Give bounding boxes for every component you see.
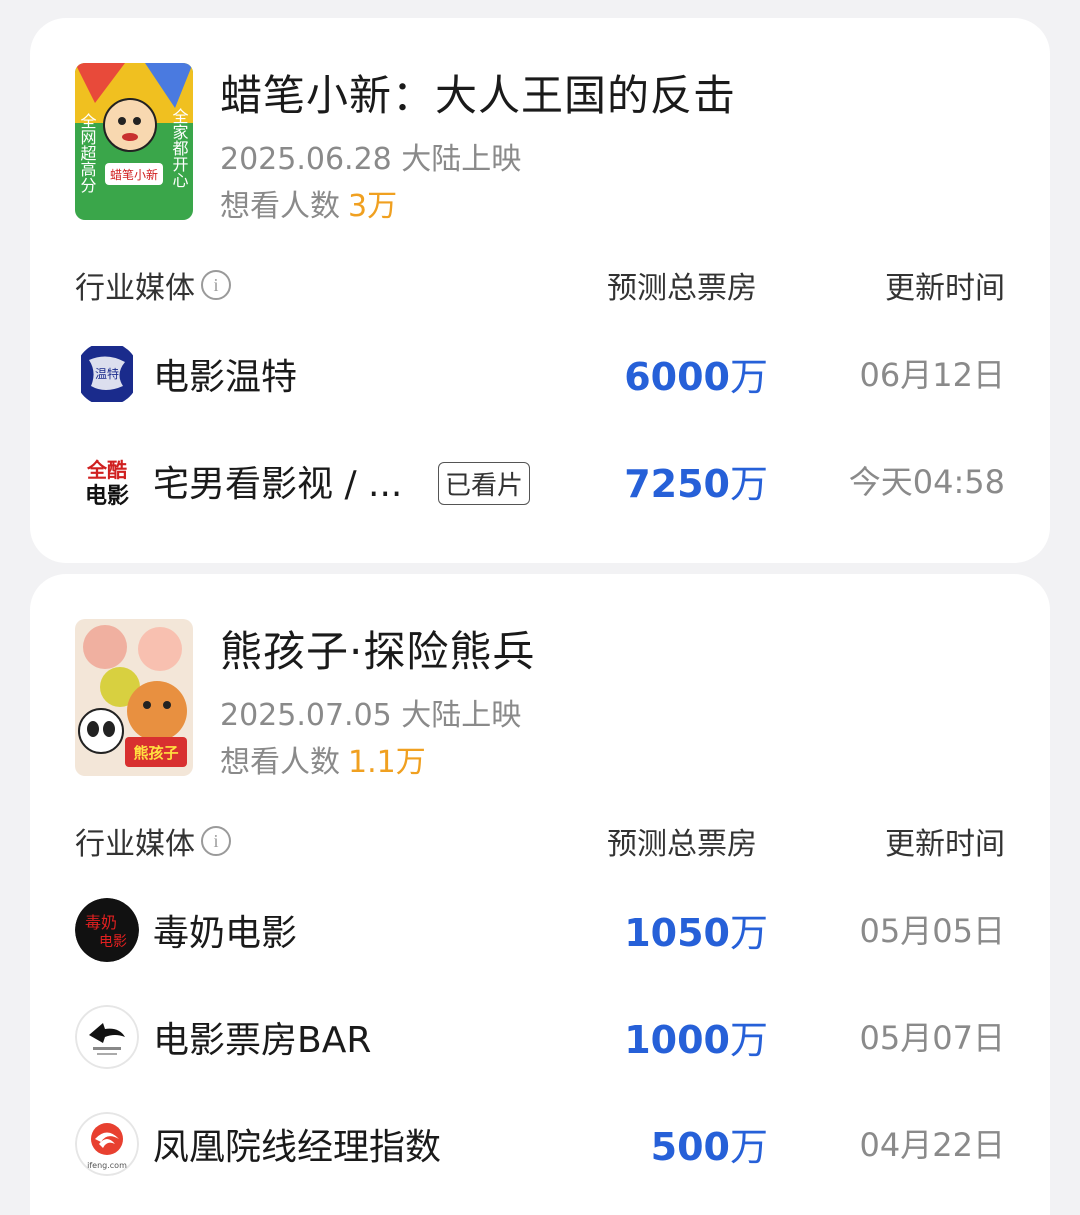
svg-text:全网超高分: 全网超高分 (78, 113, 97, 194)
update-time: 06月12日 (859, 356, 1005, 394)
header-media-label: 行业媒体 (75, 271, 195, 306)
svg-text:全家都开心: 全家都开心 (170, 108, 189, 188)
media-name: 电影票房BAR (153, 1020, 372, 1061)
box-number: 7250 (624, 462, 730, 506)
film-wente-logo-icon: 温特 (75, 342, 139, 406)
boxoffice-bar-logo-icon (75, 1005, 139, 1069)
release-date: 2025.07.05 大陆上映 (220, 698, 522, 733)
box-number: 500 (650, 1125, 730, 1169)
want-count: 3万 (348, 189, 398, 224)
box-number: 1050 (624, 911, 730, 955)
prediction-row[interactable]: 电影票房BAR 1000万 05月07日 (30, 997, 1050, 1077)
want-to-watch: 想看人数 3万 (220, 181, 397, 225)
box-unit: 万 (729, 462, 768, 506)
header-media-label: 行业媒体 (75, 827, 195, 862)
header-predicted-box: 预测总票房 (607, 827, 757, 862)
box-unit: 万 (729, 355, 768, 399)
watched-tag: 已看片 (438, 462, 531, 505)
svg-text:蜡笔小新: 蜡笔小新 (110, 167, 158, 182)
prediction-row[interactable]: 毒奶 电影 毒奶电影 1050万 05月05日 (30, 890, 1050, 970)
box-unit: 万 (729, 1018, 768, 1062)
info-icon[interactable]: i (201, 270, 231, 300)
movie-title[interactable]: 熊孩子·探险熊兵 (220, 618, 535, 679)
ifeng-logo-icon: ifeng.com (75, 1112, 139, 1176)
predicted-box-value: 7250万 (624, 453, 768, 508)
media-name: 宅男看影视 / ... (153, 464, 403, 505)
header-update-time: 更新时间 (885, 827, 1005, 862)
header-update-time: 更新时间 (885, 271, 1005, 306)
release-date: 2025.06.28 大陆上映 (220, 142, 522, 177)
update-time: 05月07日 (859, 1019, 1005, 1057)
predicted-box-value: 1000万 (624, 1009, 768, 1064)
svg-text:ifeng.com: ifeng.com (87, 1161, 127, 1170)
want-label: 想看人数 (220, 189, 340, 224)
want-label: 想看人数 (220, 745, 340, 780)
predicted-box-value: 6000万 (624, 346, 768, 401)
prediction-row[interactable]: ifeng.com 凤凰院线经理指数 500万 04月22日 (30, 1104, 1050, 1184)
movie-card-bear-kids[interactable]: 熊孩子 熊孩子·探险熊兵 2025.07.05 大陆上映 想看人数 1.1万 行业… (30, 574, 1050, 1215)
prediction-row[interactable]: 温特 电影温特 6000万 06月12日 (30, 334, 1050, 414)
svg-text:全酷: 全酷 (86, 458, 127, 482)
svg-text:毒奶: 毒奶 (85, 913, 117, 932)
header-predicted-box: 预测总票房 (607, 271, 757, 306)
movie-title[interactable]: 蜡笔小新：大人王国的反击 (220, 62, 736, 123)
media-name: 凤凰院线经理指数 (153, 1127, 442, 1168)
want-to-watch: 想看人数 1.1万 (220, 737, 426, 781)
svg-text:电影: 电影 (85, 484, 129, 509)
media-name: 毒奶电影 (153, 913, 298, 954)
box-unit: 万 (729, 911, 768, 955)
svg-text:熊孩子: 熊孩子 (133, 744, 178, 762)
media-name: 电影温特 (153, 357, 298, 398)
predicted-box-value: 1050万 (624, 902, 768, 957)
predicted-box-value: 500万 (651, 1116, 768, 1171)
dunai-logo-icon: 毒奶 电影 (75, 898, 139, 962)
header-industry-media: 行业媒体 i (75, 819, 231, 863)
svg-text:电影: 电影 (99, 934, 127, 950)
movie-poster[interactable]: 熊孩子 (75, 619, 193, 776)
movie-poster[interactable]: 蜡笔小新 全网超高分 全家都开心 (75, 63, 193, 220)
box-unit: 万 (729, 1125, 768, 1169)
update-time: 04月22日 (859, 1126, 1005, 1164)
movie-card-crayon-shinchan[interactable]: 蜡笔小新 全网超高分 全家都开心 蜡笔小新：大人王国的反击 2025.06.28… (30, 18, 1050, 563)
prediction-row[interactable]: 全酷 电影 宅男看影视 / ... 已看片 7250万 今天04:58 (30, 441, 1050, 521)
svg-text:温特: 温特 (95, 366, 119, 381)
box-number: 6000 (624, 355, 730, 399)
header-industry-media: 行业媒体 i (75, 263, 231, 307)
want-count: 1.1万 (348, 745, 426, 780)
box-number: 1000 (624, 1018, 730, 1062)
info-icon[interactable]: i (201, 826, 231, 856)
update-time: 05月05日 (859, 912, 1005, 950)
zhainan-logo-icon: 全酷 电影 (75, 449, 139, 513)
update-time: 今天04:58 (848, 463, 1005, 501)
